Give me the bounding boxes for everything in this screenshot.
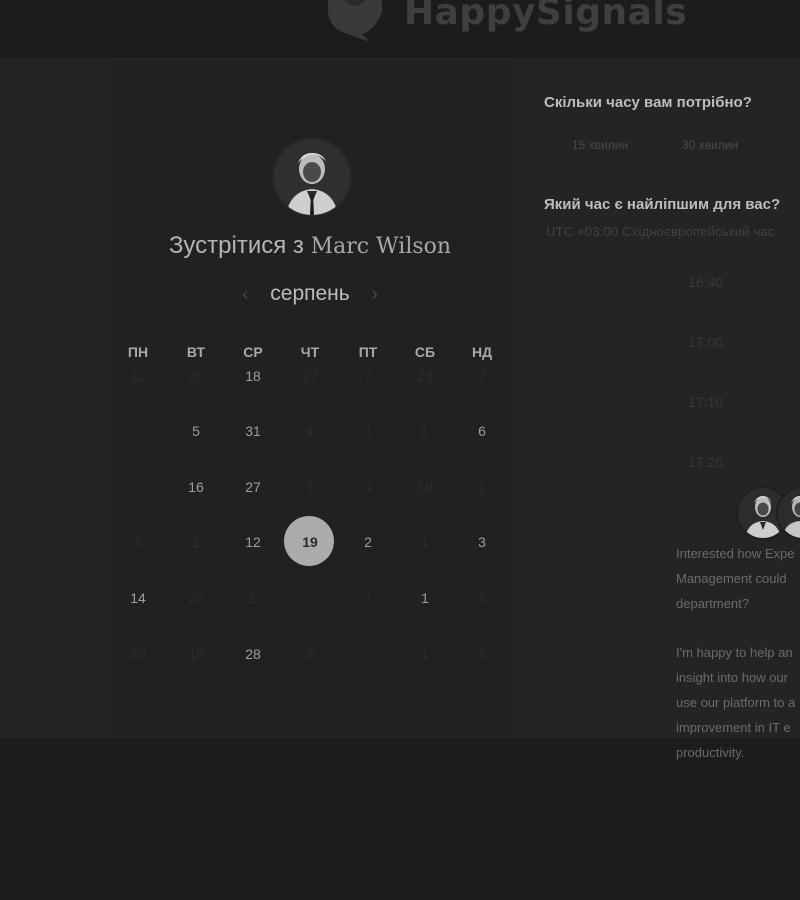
weekday-header: ПТ xyxy=(358,344,378,360)
calendar-day[interactable]: 12 xyxy=(228,532,278,552)
weekday-header: СР xyxy=(243,344,263,360)
calendar-day: 11 xyxy=(130,368,146,384)
calendar-day[interactable]: 1 xyxy=(400,588,450,608)
calendar-day xyxy=(113,477,163,497)
calendar-day: 1 xyxy=(421,646,429,662)
intro-line: productivity. xyxy=(676,745,745,760)
calendar-day: 23 xyxy=(417,368,433,384)
brand-header: HappySignals xyxy=(320,0,687,42)
weekday-header: СБ xyxy=(414,344,436,360)
calendar-day[interactable]: 28 xyxy=(228,644,278,664)
host-name: Marc Wilson xyxy=(310,234,452,259)
calendar-day: 20 xyxy=(188,590,204,606)
calendar-day[interactable]: 6 xyxy=(457,421,507,441)
person-avatar-icon xyxy=(274,139,350,215)
host-avatar xyxy=(272,137,352,217)
chevron-left-icon[interactable]: ‹ xyxy=(234,284,256,305)
calendar-day[interactable]: 18 xyxy=(228,366,278,386)
calendar-day: 4 xyxy=(364,479,372,495)
intro-line: use our platform to a xyxy=(676,695,796,710)
calendar-day: 1 xyxy=(421,423,429,439)
calendar-day: 1 xyxy=(421,534,429,550)
calendar-day: 1 xyxy=(192,534,200,550)
weekday-header: ПН xyxy=(127,344,149,360)
calendar-day xyxy=(343,644,393,664)
intro-line: improvement in IT e xyxy=(676,720,791,735)
calendar-day[interactable]: 27 xyxy=(228,477,278,497)
intro-line xyxy=(676,616,800,640)
selected-date[interactable]: 19 xyxy=(285,532,335,552)
calendar-day: 19 xyxy=(188,646,204,662)
weekday-header: ЧТ xyxy=(300,344,320,360)
intro-line: I'm happy to help an xyxy=(676,645,793,660)
timezone-selector[interactable]: UTC +03:00 Східноєвропейський час xyxy=(546,224,775,239)
calendar-day: 2 xyxy=(306,646,314,662)
host-heading-prefix: Зустрітися з xyxy=(168,232,304,259)
calendar-day[interactable]: 31 xyxy=(228,421,278,441)
calendar-day xyxy=(285,588,335,608)
calendar-day[interactable]: 2 xyxy=(343,532,393,552)
calendar-day[interactable]: 16 xyxy=(171,477,221,497)
time-slot[interactable]: 17:10 xyxy=(688,394,723,410)
calendar-day: 27 xyxy=(302,368,318,384)
month-navigation: ‹ серпень › xyxy=(110,282,510,306)
weekday-header: НД xyxy=(471,344,493,360)
intro-line: insight into how our xyxy=(676,670,789,685)
brand-logo-icon xyxy=(328,0,382,42)
calendar-day: 4 xyxy=(306,423,314,439)
time-slot[interactable]: 17:20 xyxy=(688,454,723,470)
intro-line: Management could xyxy=(676,571,787,586)
calendar-day: 1 xyxy=(249,590,257,606)
intro-line: department? xyxy=(676,596,749,611)
weekday-header: ВТ xyxy=(186,344,206,360)
calendar-day[interactable]: 3 xyxy=(457,532,507,552)
calendar-day: 20 xyxy=(188,368,204,384)
time-question: Який час є найліпшим для вас? xyxy=(544,196,781,213)
brand-name: HappySignals xyxy=(404,0,688,33)
month-label: серпень xyxy=(270,282,350,305)
calendar-day: 7 xyxy=(478,368,486,384)
chevron-right-icon[interactable]: › xyxy=(364,284,386,305)
duration-option-15[interactable]: 15 хвилин xyxy=(572,138,628,152)
scheduler-page: HappySignals Зустрітися з Marc Wilson ‹ … xyxy=(0,0,800,900)
calendar-day: 1 xyxy=(306,479,314,495)
duration-question: Скільки часу вам потрібно? xyxy=(544,94,752,111)
calendar-day[interactable]: 5 xyxy=(171,421,221,441)
intro-line: Interested how Expe xyxy=(676,546,795,561)
calendar-day: 7 xyxy=(364,368,372,384)
host-heading: Зустрітися з Marc Wilson xyxy=(110,232,510,260)
time-slot[interactable]: 16:40 xyxy=(688,274,723,290)
calendar-day: 20 xyxy=(130,646,146,662)
time-slot[interactable]: 17:00 xyxy=(688,334,723,350)
calendar-day: 1 xyxy=(364,423,372,439)
calendar-day: 1 xyxy=(478,590,486,606)
calendar-day: 1 xyxy=(134,534,142,550)
calendar-day: 10 xyxy=(417,479,433,495)
team-intro-text: Interested how Expe Management could depar… xyxy=(676,541,800,765)
duration-option-30[interactable]: 30 хвилин xyxy=(682,138,738,152)
calendar-day: 1 xyxy=(478,646,486,662)
calendar-day: 1 xyxy=(364,590,372,606)
calendar-day xyxy=(113,421,163,441)
calendar-day[interactable]: 14 xyxy=(113,588,163,608)
calendar-day: 1 xyxy=(478,479,486,495)
